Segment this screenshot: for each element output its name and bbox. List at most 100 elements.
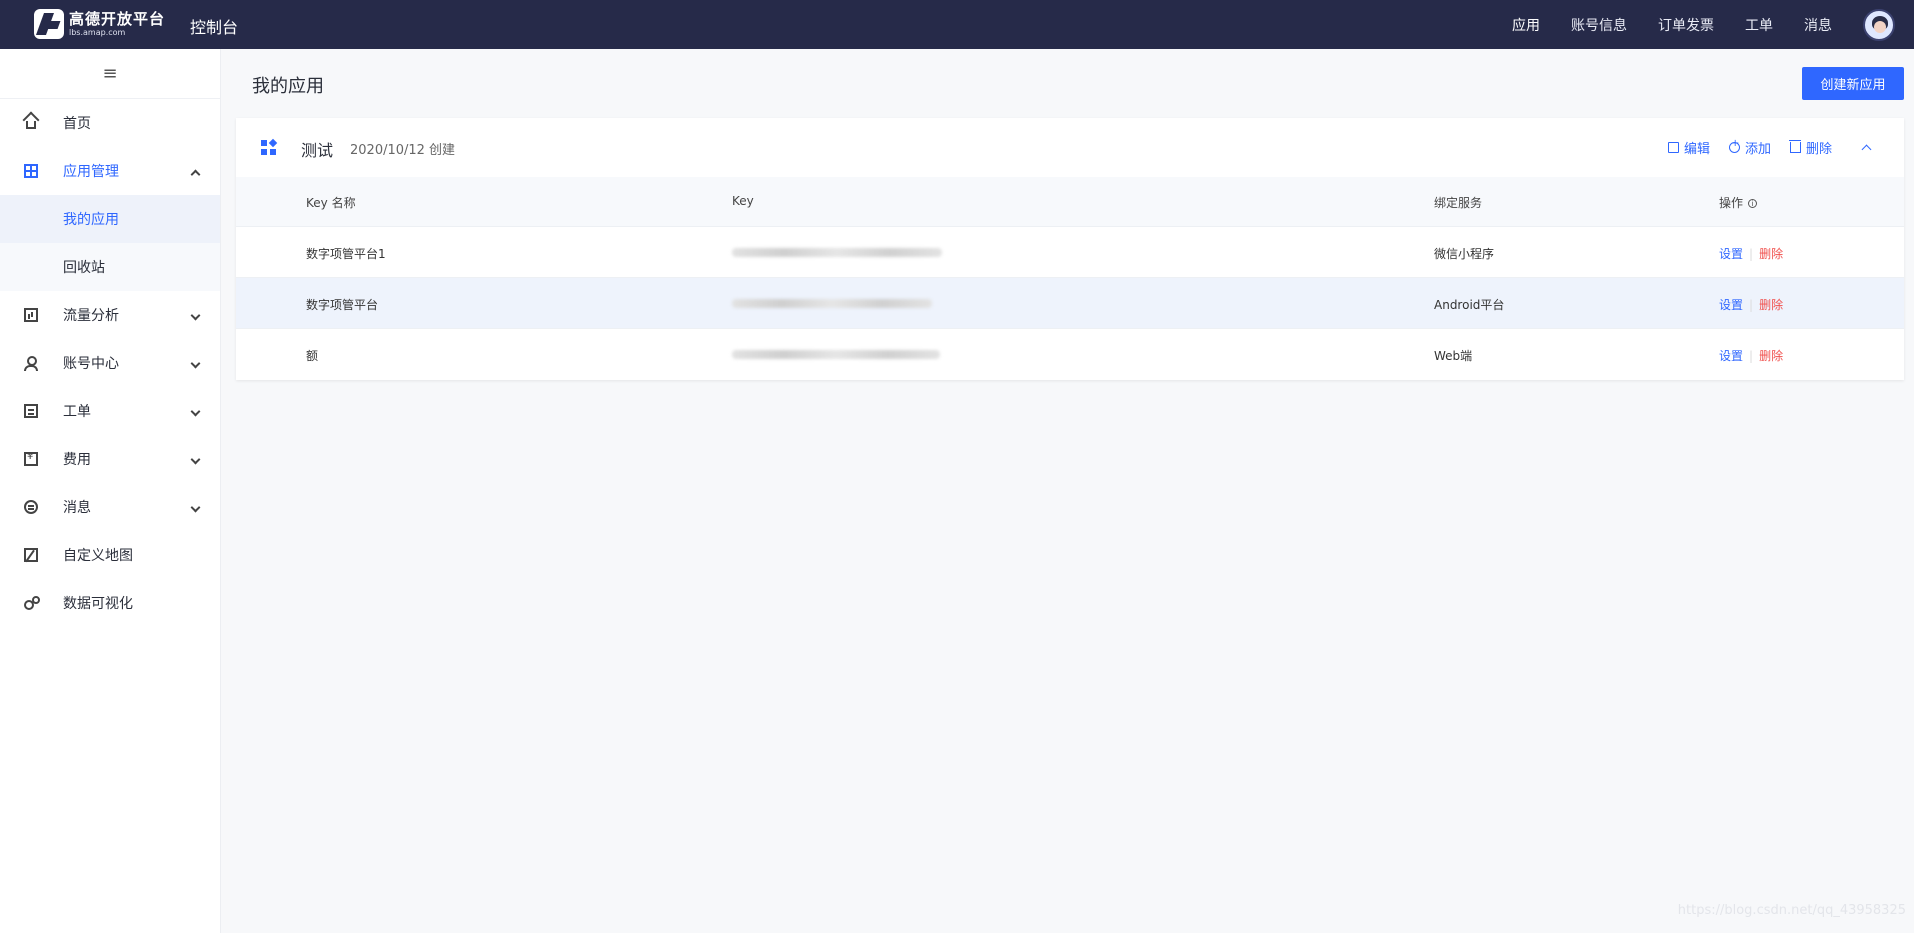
bound-service: 微信小程序	[1434, 247, 1495, 261]
sidebar-item-fees[interactable]: 费用	[0, 435, 220, 483]
chevron-up-icon[interactable]	[1861, 144, 1872, 154]
sidebar-item-label: 数据可视化	[63, 596, 133, 612]
key-name: 额	[306, 349, 319, 363]
bound-service: Android平台	[1434, 298, 1505, 312]
column-bound-service: 绑定服务	[1434, 196, 1483, 210]
column-operations: 操作 i	[1719, 194, 1758, 211]
user-icon	[24, 356, 38, 371]
sidebar-item-custom-map[interactable]: 自定义地图	[0, 531, 220, 579]
blurred-key-value	[732, 299, 932, 308]
settings-link[interactable]: 设置	[1719, 349, 1743, 363]
sidebar-item-label: 回收站	[63, 260, 105, 276]
trash-icon	[1788, 139, 1801, 153]
sidebar-item-app-management[interactable]: 应用管理	[0, 147, 220, 195]
table-header: Key 名称 Key 绑定服务 操作 i	[236, 177, 1904, 227]
app-card: 测试 2020/10/12 创建 编辑 添加 删除 Key 名称 Key 绑定服…	[236, 118, 1904, 380]
edit-label: 编辑	[1683, 141, 1710, 157]
row-actions: 设置 | 删除	[1719, 247, 1784, 261]
user-avatar[interactable]	[1863, 8, 1895, 41]
sidebar-item-my-apps[interactable]: 我的应用	[0, 195, 220, 243]
table-row: 数字项管平台1 微信小程序 设置 | 删除	[236, 227, 1904, 278]
logo-title: 高德开放平台	[69, 9, 166, 28]
menu-collapse-icon[interactable]: ≡	[0, 49, 220, 99]
logo-subtitle: lbs.amap.com	[69, 27, 126, 37]
edit-icon	[1667, 141, 1679, 153]
add-key-button[interactable]: 添加	[1728, 138, 1771, 157]
document-icon	[24, 404, 38, 418]
sidebar-item-messages[interactable]: 消息	[0, 483, 220, 531]
nav-orders-invoices[interactable]: 订单发票	[1658, 15, 1714, 35]
blurred-key-value	[732, 248, 942, 257]
delete-key-link[interactable]: 删除	[1759, 349, 1783, 363]
amap-logo-icon	[34, 9, 64, 39]
sidebar-item-label: 账号中心	[63, 356, 119, 372]
top-bar: 高德开放平台 lbs.amap.com 控制台 应用 账号信息 订单发票 工单 …	[0, 0, 1914, 49]
watermark: https://blog.csdn.net/qq_43958325	[1677, 903, 1906, 918]
app-card-header: 测试 2020/10/12 创建 编辑 添加 删除	[236, 118, 1904, 177]
bound-service: Web端	[1434, 349, 1473, 363]
sidebar-item-label: 自定义地图	[63, 548, 133, 564]
top-nav: 应用 账号信息 订单发票 工单 消息	[1512, 0, 1914, 49]
add-circle-icon	[1728, 138, 1740, 153]
sidebar-item-tickets[interactable]: 工单	[0, 387, 220, 435]
edit-app-button[interactable]: 编辑	[1667, 138, 1710, 157]
table-row: 数字项管平台 Android平台 设置 | 删除	[236, 278, 1904, 329]
key-name: 数字项管平台	[306, 298, 379, 312]
blurred-key-value	[732, 350, 940, 359]
chevron-down-icon	[190, 310, 201, 321]
delete-key-link[interactable]: 删除	[1759, 298, 1783, 312]
delete-app-button[interactable]: 删除	[1788, 138, 1832, 157]
sidebar: ≡ 首页 应用管理 我的应用 回收站 流量分析 账号中心 工单 费用	[0, 49, 221, 933]
settings-link[interactable]: 设置	[1719, 247, 1743, 261]
page-title: 我的应用	[252, 76, 324, 97]
sidebar-item-label: 费用	[63, 452, 91, 468]
column-key: Key	[732, 194, 754, 208]
chevron-up-icon	[190, 169, 201, 180]
sidebar-item-label: 工单	[63, 404, 91, 420]
delete-key-link[interactable]: 删除	[1759, 247, 1783, 261]
home-icon	[26, 121, 36, 129]
app-management-submenu: 我的应用 回收站	[0, 195, 220, 291]
sidebar-item-data-visualization[interactable]: 数据可视化	[0, 579, 220, 627]
app-actions: 编辑 添加 删除	[1667, 137, 1904, 157]
sidebar-item-label: 消息	[63, 500, 91, 516]
sidebar-item-recycle-bin[interactable]: 回收站	[0, 243, 220, 291]
map-icon	[24, 548, 38, 562]
info-icon[interactable]: i	[1748, 199, 1758, 208]
amap-logo[interactable]: 高德开放平台 lbs.amap.com	[34, 9, 165, 39]
delete-label: 删除	[1805, 141, 1832, 157]
sidebar-item-label: 我的应用	[63, 212, 119, 228]
key-name: 数字项管平台1	[306, 247, 386, 261]
sidebar-item-traffic-analysis[interactable]: 流量分析	[0, 291, 220, 339]
add-label: 添加	[1744, 141, 1771, 157]
table-row: 额 Web端 设置 | 删除	[236, 329, 1904, 380]
create-app-button[interactable]: 创建新应用	[1802, 67, 1904, 100]
row-actions: 设置 | 删除	[1719, 349, 1784, 363]
money-icon	[24, 451, 38, 466]
sidebar-item-label: 首页	[63, 116, 91, 132]
console-title[interactable]: 控制台	[190, 14, 238, 38]
chevron-down-icon	[190, 406, 201, 417]
nav-tickets[interactable]: 工单	[1745, 15, 1773, 35]
sidebar-item-label: 应用管理	[63, 164, 119, 180]
app-icon	[261, 138, 278, 156]
message-icon	[24, 500, 38, 514]
chevron-down-icon	[190, 454, 201, 465]
chart-icon	[24, 308, 38, 322]
nav-apps[interactable]: 应用	[1512, 15, 1540, 35]
app-created-date: 2020/10/12 创建	[350, 143, 456, 158]
operations-label: 操作	[1719, 196, 1744, 210]
sidebar-item-label: 流量分析	[63, 308, 119, 324]
visualization-icon	[24, 596, 40, 610]
row-actions: 设置 | 删除	[1719, 298, 1784, 312]
grid-icon	[24, 164, 38, 178]
nav-messages[interactable]: 消息	[1804, 15, 1832, 35]
column-key-name: Key 名称	[306, 196, 356, 210]
sidebar-item-account-center[interactable]: 账号中心	[0, 339, 220, 387]
chevron-down-icon	[190, 502, 201, 513]
nav-account-info[interactable]: 账号信息	[1571, 15, 1627, 35]
sidebar-item-home[interactable]: 首页	[0, 99, 220, 147]
chevron-down-icon	[190, 358, 201, 369]
settings-link[interactable]: 设置	[1719, 298, 1743, 312]
app-name: 测试	[301, 141, 334, 160]
